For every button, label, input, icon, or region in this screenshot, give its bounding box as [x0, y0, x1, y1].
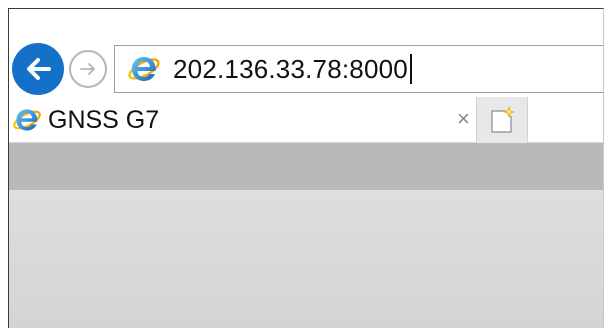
address-url-text[interactable]: 202.136.33.78:8000: [173, 54, 408, 85]
navigation-bar: 202.136.33.78:8000: [9, 9, 603, 97]
tab-gnss-g7[interactable]: GNSS G7 ×: [9, 97, 476, 143]
browser-window: 202.136.33.78:8000 GNSS G7 ×: [8, 8, 604, 328]
text-caret: [409, 54, 412, 84]
forward-button[interactable]: [69, 50, 107, 88]
new-tab-button[interactable]: [476, 97, 528, 143]
page-toolbar-strip: [9, 143, 603, 190]
tab-bar: GNSS G7 ×: [9, 97, 603, 143]
page-content-area: [9, 190, 603, 328]
ie-logo-icon: [13, 109, 41, 131]
back-button[interactable]: [12, 43, 64, 95]
back-arrow-icon: [27, 58, 51, 80]
new-tab-icon: [491, 106, 515, 133]
ie-logo-icon: [128, 57, 160, 81]
tab-close-button[interactable]: ×: [457, 105, 470, 133]
tab-label: GNSS G7: [48, 105, 160, 134]
forward-arrow-icon: [80, 63, 95, 75]
address-bar[interactable]: 202.136.33.78:8000: [114, 45, 603, 93]
